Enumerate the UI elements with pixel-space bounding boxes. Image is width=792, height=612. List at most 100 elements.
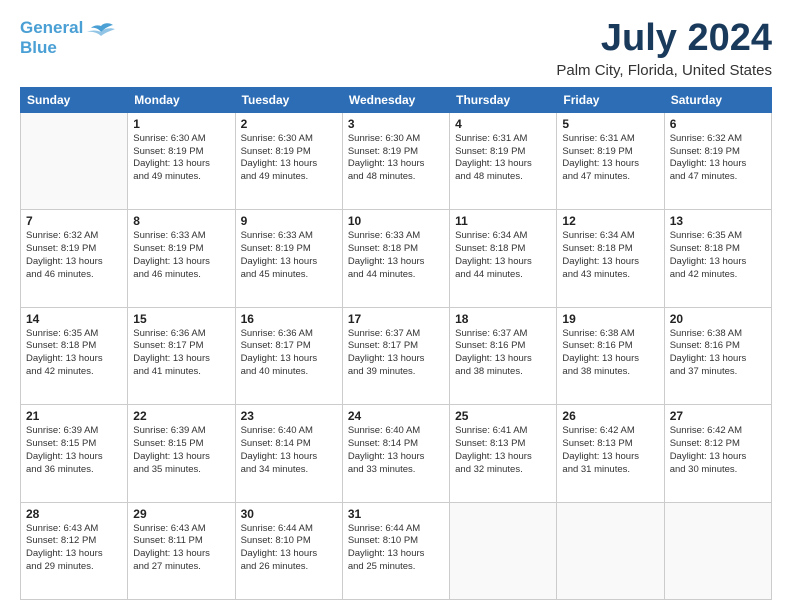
calendar-cell: 23 Sunrise: 6:40 AMSunset: 8:14 PMDayligh… [235,405,342,502]
calendar-page: GeneralBlue July 2024 Palm City, Florida… [0,0,792,612]
calendar-cell: 22 Sunrise: 6:39 AMSunset: 8:15 PMDayligh… [128,405,235,502]
day-info: Sunrise: 6:36 AMSunset: 8:17 PMDaylight:… [133,328,229,379]
main-title: July 2024 [556,18,772,60]
calendar-cell: 11 Sunrise: 6:34 AMSunset: 8:18 PMDayligh… [450,210,557,307]
day-number: 4 [455,117,551,131]
day-number: 9 [241,214,337,228]
day-info: Sunrise: 6:42 AMSunset: 8:13 PMDaylight:… [562,425,658,476]
day-header-sunday: Sunday [21,87,128,112]
calendar-cell: 13 Sunrise: 6:35 AMSunset: 8:18 PMDayligh… [664,210,771,307]
day-number: 3 [348,117,444,131]
day-number: 8 [133,214,229,228]
calendar-cell [21,112,128,209]
calendar-cell: 20 Sunrise: 6:38 AMSunset: 8:16 PMDayligh… [664,307,771,404]
day-number: 14 [26,312,122,326]
day-number: 30 [241,507,337,521]
day-number: 7 [26,214,122,228]
day-header-friday: Friday [557,87,664,112]
day-header-monday: Monday [128,87,235,112]
calendar-cell: 17Sunrise: 6:37 AMSunset: 8:17 PMDayligh… [342,307,449,404]
calendar-cell [557,502,664,599]
day-info: Sunrise: 6:43 AMSunset: 8:11 PMDaylight:… [133,523,229,574]
calendar-cell: 7 Sunrise: 6:32 AMSunset: 8:19 PMDaylight… [21,210,128,307]
day-info: Sunrise: 6:33 AMSunset: 8:19 PMDaylight:… [133,230,229,281]
day-number: 16 [241,312,337,326]
day-info: Sunrise: 6:44 AMSunset: 8:10 PMDaylight:… [348,523,444,574]
calendar-cell: 24 Sunrise: 6:40 AMSunset: 8:14 PMDayligh… [342,405,449,502]
day-number: 21 [26,409,122,423]
day-number: 6 [670,117,766,131]
day-number: 20 [670,312,766,326]
calendar-week-5: 28 Sunrise: 6:43 AMSunset: 8:12 PMDayligh… [21,502,772,599]
day-info: Sunrise: 6:43 AMSunset: 8:12 PMDaylight:… [26,523,122,574]
calendar-cell: 12 Sunrise: 6:34 AMSunset: 8:18 PMDayligh… [557,210,664,307]
day-number: 15 [133,312,229,326]
day-info: Sunrise: 6:32 AMSunset: 8:19 PMDaylight:… [670,133,766,184]
day-info: Sunrise: 6:34 AMSunset: 8:18 PMDaylight:… [562,230,658,281]
day-info: Sunrise: 6:30 AMSunset: 8:19 PMDaylight:… [348,133,444,184]
calendar-header-row: SundayMondayTuesdayWednesdayThursdayFrid… [21,87,772,112]
calendar-cell: 31 Sunrise: 6:44 AMSunset: 8:10 PMDayligh… [342,502,449,599]
calendar-cell: 15 Sunrise: 6:36 AMSunset: 8:17 PMDayligh… [128,307,235,404]
calendar-cell: 21Sunrise: 6:39 AMSunset: 8:15 PMDayligh… [21,405,128,502]
logo-general: General [20,18,83,37]
day-number: 28 [26,507,122,521]
calendar-cell: 5 Sunrise: 6:31 AMSunset: 8:19 PMDaylight… [557,112,664,209]
calendar-cell [664,502,771,599]
logo: GeneralBlue [20,18,115,58]
day-info: Sunrise: 6:40 AMSunset: 8:14 PMDaylight:… [241,425,337,476]
calendar-cell: 2 Sunrise: 6:30 AMSunset: 8:19 PMDaylight… [235,112,342,209]
day-header-thursday: Thursday [450,87,557,112]
day-info: Sunrise: 6:31 AMSunset: 8:19 PMDaylight:… [455,133,551,184]
day-header-saturday: Saturday [664,87,771,112]
day-number: 23 [241,409,337,423]
day-info: Sunrise: 6:35 AMSunset: 8:18 PMDaylight:… [670,230,766,281]
day-number: 26 [562,409,658,423]
calendar-table: SundayMondayTuesdayWednesdayThursdayFrid… [20,87,772,600]
location-subtitle: Palm City, Florida, United States [556,62,772,79]
day-number: 10 [348,214,444,228]
day-number: 5 [562,117,658,131]
day-number: 11 [455,214,551,228]
day-number: 24 [348,409,444,423]
calendar-week-3: 14 Sunrise: 6:35 AMSunset: 8:18 PMDayligh… [21,307,772,404]
day-number: 27 [670,409,766,423]
day-info: Sunrise: 6:38 AMSunset: 8:16 PMDaylight:… [670,328,766,379]
calendar-cell: 4 Sunrise: 6:31 AMSunset: 8:19 PMDaylight… [450,112,557,209]
day-info: Sunrise: 6:30 AMSunset: 8:19 PMDaylight:… [241,133,337,184]
day-info: Sunrise: 6:40 AMSunset: 8:14 PMDaylight:… [348,425,444,476]
calendar-week-1: 1 Sunrise: 6:30 AMSunset: 8:19 PMDaylight… [21,112,772,209]
day-header-wednesday: Wednesday [342,87,449,112]
day-info: Sunrise: 6:37 AMSunset: 8:16 PMDaylight:… [455,328,551,379]
day-number: 1 [133,117,229,131]
day-number: 13 [670,214,766,228]
logo-blue: Blue [20,38,57,57]
day-info: Sunrise: 6:34 AMSunset: 8:18 PMDaylight:… [455,230,551,281]
calendar-cell: 1Sunrise: 6:30 AMSunset: 8:19 PMDaylight… [128,112,235,209]
calendar-cell: 10Sunrise: 6:33 AMSunset: 8:18 PMDayligh… [342,210,449,307]
day-number: 22 [133,409,229,423]
day-number: 12 [562,214,658,228]
day-info: Sunrise: 6:36 AMSunset: 8:17 PMDaylight:… [241,328,337,379]
day-info: Sunrise: 6:31 AMSunset: 8:19 PMDaylight:… [562,133,658,184]
day-info: Sunrise: 6:32 AMSunset: 8:19 PMDaylight:… [26,230,122,281]
calendar-week-2: 7 Sunrise: 6:32 AMSunset: 8:19 PMDaylight… [21,210,772,307]
day-number: 19 [562,312,658,326]
calendar-cell: 26 Sunrise: 6:42 AMSunset: 8:13 PMDayligh… [557,405,664,502]
calendar-cell [450,502,557,599]
calendar-cell: 28 Sunrise: 6:43 AMSunset: 8:12 PMDayligh… [21,502,128,599]
day-number: 18 [455,312,551,326]
title-block: July 2024 Palm City, Florida, United Sta… [556,18,772,79]
calendar-cell: 3 Sunrise: 6:30 AMSunset: 8:19 PMDaylight… [342,112,449,209]
day-number: 31 [348,507,444,521]
day-info: Sunrise: 6:38 AMSunset: 8:16 PMDaylight:… [562,328,658,379]
day-info: Sunrise: 6:39 AMSunset: 8:15 PMDaylight:… [133,425,229,476]
day-number: 29 [133,507,229,521]
calendar-week-4: 21 Sunrise: 6:39 AMSunset: 8:15 PMDayligh… [21,405,772,502]
page-header: GeneralBlue July 2024 Palm City, Florida… [20,18,772,79]
day-number: 25 [455,409,551,423]
calendar-cell: 9Sunrise: 6:33 AMSunset: 8:19 PMDaylight… [235,210,342,307]
day-number: 2 [241,117,337,131]
day-info: Sunrise: 6:35 AMSunset: 8:18 PMDaylight:… [26,328,122,379]
day-number: 17 [348,312,444,326]
